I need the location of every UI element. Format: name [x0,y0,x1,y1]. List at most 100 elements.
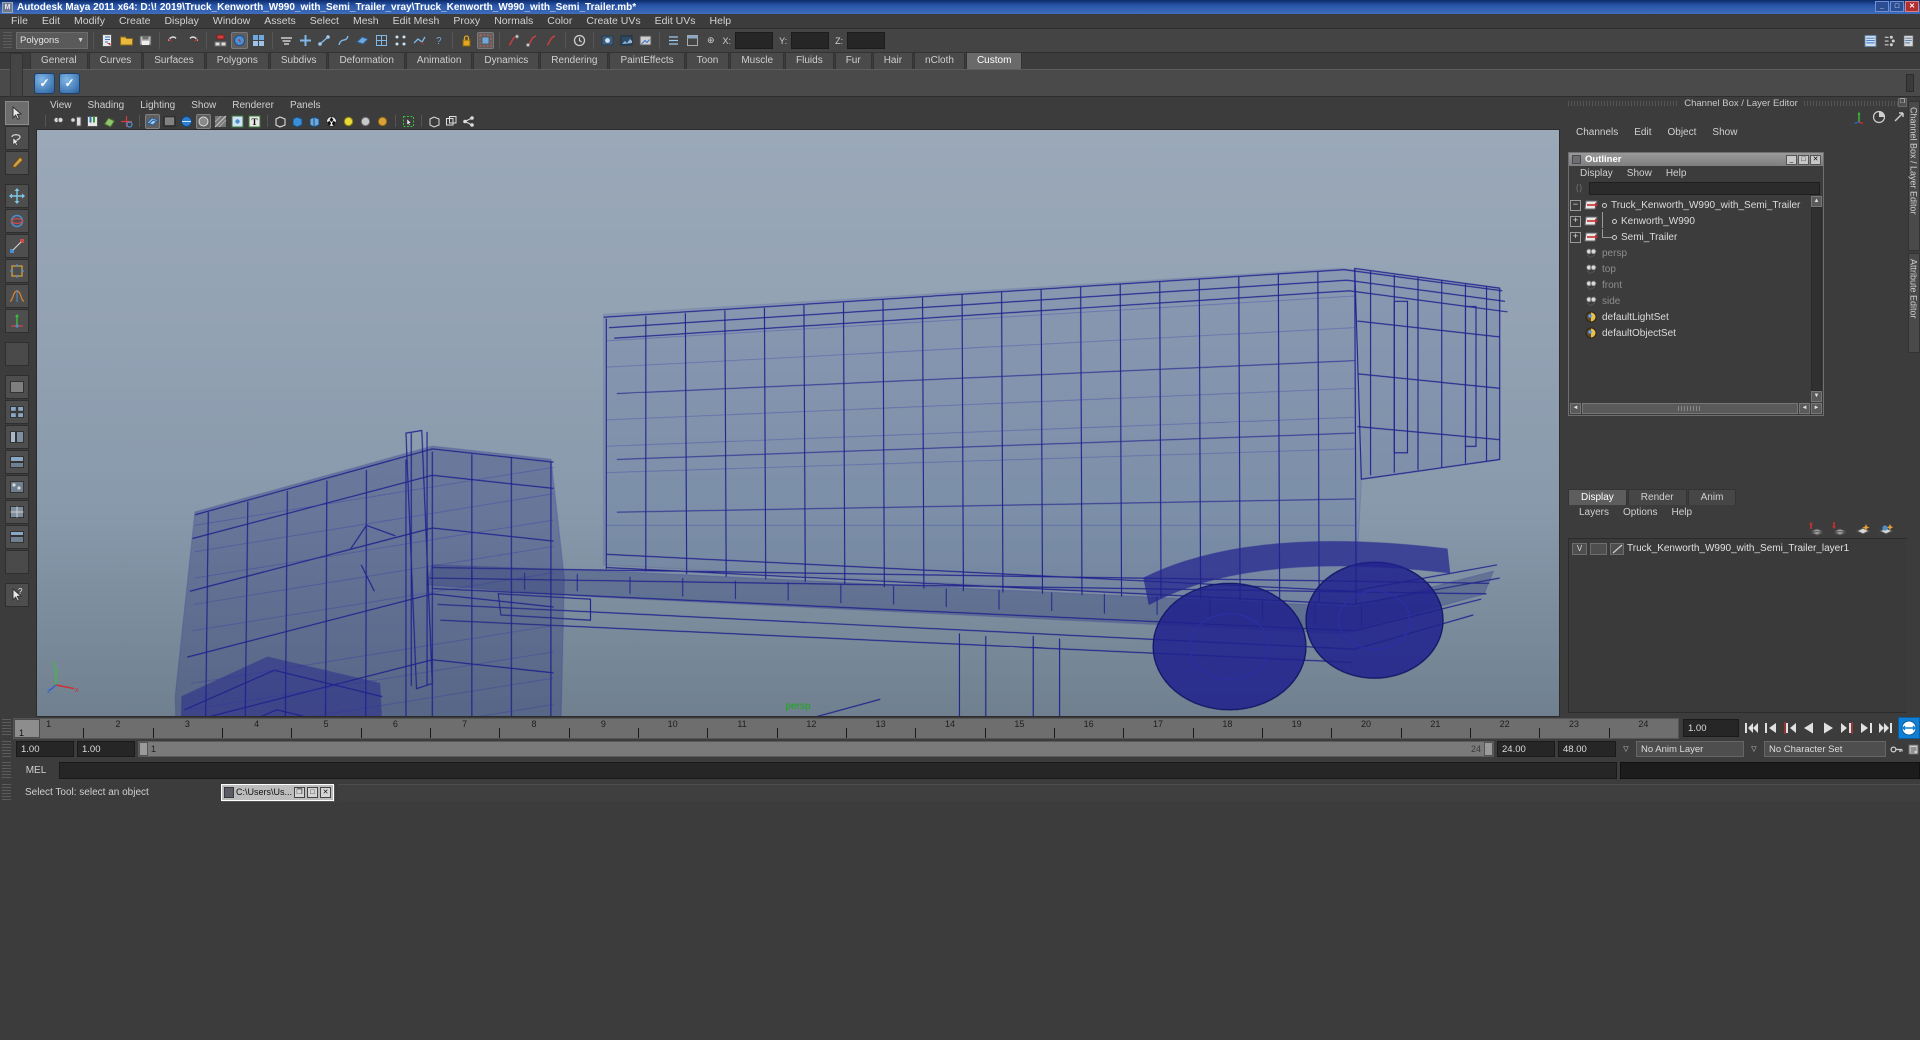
menu-edit[interactable]: Edit [35,14,67,29]
text-display-icon[interactable]: T [247,114,262,129]
menu-window[interactable]: Window [206,14,257,29]
scale-tool[interactable] [5,234,29,258]
outliner-close-button[interactable]: ✕ [1810,154,1821,165]
channelbox-menu-show[interactable]: Show [1704,127,1745,138]
scroll-track[interactable] [1811,207,1822,391]
shelf-tab-fur[interactable]: Fur [834,52,872,69]
minimize-button[interactable]: _ [1875,1,1889,12]
ipr-render-icon[interactable] [618,32,635,49]
hardware-texturing-icon[interactable] [179,114,194,129]
outliner-row-side[interactable]: side [1569,293,1810,309]
expander-expand-icon[interactable]: + [1570,215,1581,227]
x-coord-field[interactable] [735,32,774,49]
component-misc-icon[interactable] [411,32,428,49]
animation-preferences-icon[interactable] [1906,741,1920,757]
light-yellow-icon[interactable] [341,114,356,129]
bookmark-icon[interactable] [85,114,100,129]
range-start-time-field[interactable]: 1.00 [77,741,135,757]
play-forwards-icon[interactable] [1819,719,1837,737]
close-button[interactable]: ✕ [1905,1,1919,12]
show-multiple-objects-icon[interactable] [444,114,459,129]
help-tool-icon[interactable]: ? [5,583,29,607]
universal-manipulator-tool[interactable] [5,259,29,283]
taskbar-close-button[interactable]: ✕ [320,786,332,798]
vtab-channel-box-layer-editor[interactable]: Channel Box / Layer Editor [1907,101,1920,251]
save-scene-icon[interactable] [137,32,154,49]
tab-anim[interactable]: Anim [1687,489,1737,505]
snap-point-icon[interactable] [524,32,541,49]
viewport-menu-view[interactable]: View [42,99,80,113]
viewport-menu-show[interactable]: Show [183,99,224,113]
menu-select[interactable]: Select [303,14,346,29]
menu-file[interactable]: File [4,14,35,29]
outliner-maximize-button[interactable]: □ [1798,154,1809,165]
y-coord-field[interactable] [791,32,830,49]
layout-two-stacked-icon[interactable] [5,525,29,549]
high-quality-render-icon[interactable] [324,114,339,129]
channelbox-menu-edit[interactable]: Edit [1626,127,1659,138]
statusbar-grip[interactable] [2,783,11,801]
step-back-frame-icon[interactable] [1781,719,1799,737]
menu-display[interactable]: Display [157,14,205,29]
paint-select-tool[interactable] [5,151,29,175]
smooth-shade-flat-icon[interactable] [290,114,305,129]
outliner-menu-show[interactable]: Show [1620,168,1659,179]
layout-persp-graph-icon[interactable] [5,450,29,474]
scroll-track-horizontal[interactable] [1582,403,1798,414]
outliner-search-input[interactable] [1589,181,1820,195]
component-vertex-faces-icon[interactable] [392,32,409,49]
shelf-tab-toon[interactable]: Toon [685,52,730,69]
timeslider-grip[interactable] [2,719,11,737]
taskbar-restore-button[interactable]: ❐ [294,786,306,798]
taskbar-maximize-button[interactable]: □ [307,786,319,798]
xray-icon[interactable] [230,114,245,129]
layer-menu-layers[interactable]: Layers [1572,507,1616,518]
shelf-tab-general[interactable]: General [30,52,88,69]
layer-row[interactable]: V Truck_Kenworth_W990_with_Semi_Trailer_… [1569,541,1913,556]
layer-color-swatch[interactable] [1610,542,1624,555]
expand-collapse-icon[interactable]: ⟨⟩ [1572,182,1586,194]
outliner-row-defaultobjectset[interactable]: defaultObjectSet [1569,325,1810,341]
move-layer-down-icon[interactable] [1832,522,1848,536]
outliner-titlebar[interactable]: Outliner _ □ ✕ [1569,153,1823,166]
move-tool[interactable] [5,184,29,208]
open-scene-icon[interactable] [118,32,135,49]
outliner-row-front[interactable]: front [1569,277,1810,293]
outliner-horizontal-scrollbar[interactable]: ◄ ◄ ► [1569,402,1823,415]
viewport-menu-panels[interactable]: Panels [282,99,329,113]
selection-mode-dropdown[interactable]: Polygons ▼ [16,32,88,49]
animation-end-time-field[interactable]: 48.00 [1558,741,1616,757]
taskbar-window-button[interactable]: C:\Users\Us... ❐ □ ✕ [221,783,335,801]
outliner-menu-help[interactable]: Help [1659,168,1694,179]
tab-render[interactable]: Render [1627,489,1687,505]
shelf-grip[interactable] [10,53,23,97]
outliner-minimize-button[interactable]: _ [1786,154,1797,165]
layer-visibility-toggle[interactable]: V [1572,542,1587,555]
layout-persp-uv-icon[interactable] [5,500,29,524]
select-camera-icon[interactable] [51,114,66,129]
vtab-attribute-editor[interactable]: Attribute Editor [1907,253,1920,353]
light-grey-icon[interactable] [358,114,373,129]
shelf-tab-ncloth[interactable]: nCloth [914,52,965,69]
shelf-tab-dynamics[interactable]: Dynamics [473,52,540,69]
shelf-tab-surfaces[interactable]: Surfaces [143,52,205,69]
half-circle-icon[interactable] [1872,110,1886,124]
menu-mesh[interactable]: Mesh [346,14,386,29]
scroll-down-icon[interactable]: ▼ [1811,391,1822,402]
current-time-field[interactable]: 1.00 [1683,719,1739,737]
move-layer-up-icon[interactable] [1809,522,1825,536]
menu-proxy[interactable]: Proxy [446,14,487,29]
help-question-icon[interactable]: ? [430,32,447,49]
layer-list[interactable]: V Truck_Kenworth_W990_with_Semi_Trailer_… [1568,538,1914,713]
component-vertices-icon[interactable] [297,32,314,49]
menu-normals[interactable]: Normals [487,14,540,29]
component-edges-icon[interactable] [316,32,333,49]
menu-assets[interactable]: Assets [257,14,303,29]
scroll-up-icon[interactable]: ▲ [1811,196,1822,207]
layout-persp-outliner-icon[interactable] [5,425,29,449]
outliner-row-truck-root[interactable]: − Truck_Kenworth_W990_with_Semi_Trailer [1569,197,1810,213]
isolate-select-icon[interactable] [401,114,416,129]
two-d-pan-zoom-icon[interactable] [119,114,134,129]
animation-start-time-field[interactable]: 1.00 [16,741,74,757]
layout-four-view-icon[interactable] [5,400,29,424]
